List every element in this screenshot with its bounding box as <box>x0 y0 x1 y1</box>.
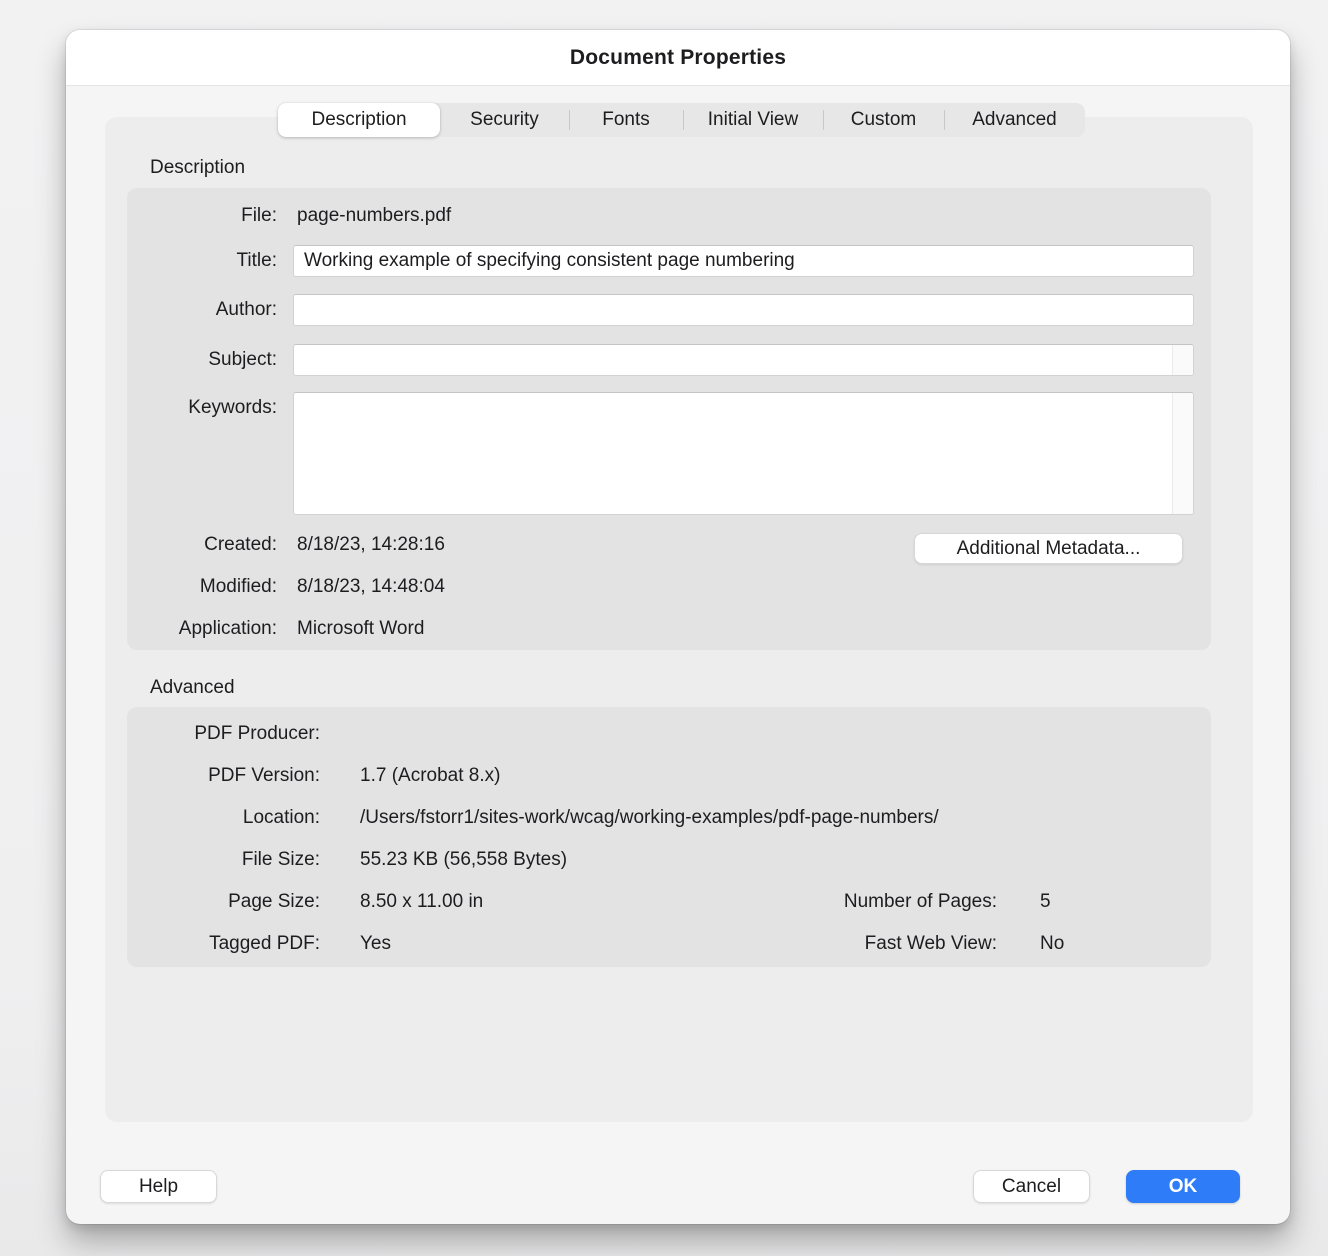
subject-scrollbar-gutter <box>1172 345 1193 375</box>
created-value: 8/18/23, 14:28:16 <box>297 530 445 560</box>
tagged-pdf-label: Tagged PDF: <box>127 923 320 965</box>
tab-fonts[interactable]: Fonts <box>569 103 683 137</box>
subject-field-shell <box>293 344 1194 376</box>
number-of-pages-label: Number of Pages: <box>647 881 997 923</box>
fast-web-view-label: Fast Web View: <box>647 923 997 965</box>
additional-metadata-button[interactable]: Additional Metadata... <box>914 533 1183 564</box>
tab-initial-view[interactable]: Initial View <box>683 103 823 137</box>
location-value: /Users/fstorr1/sites-work/wcag/working-e… <box>360 797 939 839</box>
modified-label: Modified: <box>127 572 277 602</box>
tab-description[interactable]: Description <box>278 103 440 137</box>
additional-metadata-label: Additional Metadata... <box>957 538 1141 560</box>
ok-button-label: OK <box>1169 1176 1198 1198</box>
location-label: Location: <box>127 797 320 839</box>
file-size-label: File Size: <box>127 839 320 881</box>
description-groupbox: File: page-numbers.pdf Title: Author: Su… <box>127 188 1211 650</box>
tab-custom-label: Custom <box>851 109 916 131</box>
ok-button[interactable]: OK <box>1126 1170 1240 1203</box>
description-section-heading: Description <box>150 157 245 179</box>
tab-initial-view-label: Initial View <box>708 109 798 131</box>
tab-advanced-label: Advanced <box>972 109 1057 131</box>
title-label: Title: <box>127 245 277 277</box>
file-value: page-numbers.pdf <box>297 200 451 232</box>
file-size-value: 55.23 KB (56,558 Bytes) <box>360 839 567 881</box>
page-size-row: Page Size: 8.50 x 11.00 in Number of Pag… <box>127 881 1211 923</box>
keywords-textarea[interactable] <box>294 393 1171 514</box>
subject-input[interactable] <box>294 345 1171 375</box>
titlebar: Document Properties <box>66 30 1290 86</box>
modified-value: 8/18/23, 14:48:04 <box>297 572 445 602</box>
tab-content-panel: Description File: page-numbers.pdf Title… <box>105 117 1253 1122</box>
file-label: File: <box>127 200 277 232</box>
pdf-version-value: 1.7 (Acrobat 8.x) <box>360 755 500 797</box>
page-size-label: Page Size: <box>127 881 320 923</box>
pdf-version-label: PDF Version: <box>127 755 320 797</box>
number-of-pages-value: 5 <box>1040 881 1051 923</box>
location-row: Location: /Users/fstorr1/sites-work/wcag… <box>127 797 1211 839</box>
tab-fonts-label: Fonts <box>602 109 650 131</box>
tagged-pdf-row: Tagged PDF: Yes Fast Web View: No <box>127 923 1211 965</box>
tab-bar: Description Security Fonts Initial View … <box>278 103 1085 137</box>
help-button[interactable]: Help <box>100 1170 217 1203</box>
subject-label: Subject: <box>127 344 277 376</box>
tab-advanced[interactable]: Advanced <box>944 103 1085 137</box>
help-button-label: Help <box>139 1176 178 1198</box>
tab-security-label: Security <box>470 109 539 131</box>
file-size-row: File Size: 55.23 KB (56,558 Bytes) <box>127 839 1211 881</box>
tab-custom[interactable]: Custom <box>823 103 944 137</box>
window-title: Document Properties <box>570 46 786 70</box>
created-label: Created: <box>127 530 277 560</box>
tab-security[interactable]: Security <box>440 103 569 137</box>
cancel-button[interactable]: Cancel <box>973 1170 1090 1203</box>
cancel-button-label: Cancel <box>1002 1176 1061 1198</box>
pdf-producer-label: PDF Producer: <box>127 713 320 755</box>
fast-web-view-value: No <box>1040 923 1064 965</box>
advanced-groupbox: PDF Producer: PDF Version: 1.7 (Acrobat … <box>127 707 1211 967</box>
application-label: Application: <box>127 614 277 644</box>
page-size-value: 8.50 x 11.00 in <box>360 881 483 923</box>
author-input[interactable] <box>293 294 1194 326</box>
application-value: Microsoft Word <box>297 614 424 644</box>
keywords-field-shell <box>293 392 1194 515</box>
advanced-section-heading: Advanced <box>150 677 235 699</box>
keywords-scrollbar-gutter <box>1172 393 1193 514</box>
title-input[interactable] <box>293 245 1194 277</box>
pdf-producer-row: PDF Producer: <box>127 713 1211 755</box>
tab-description-label: Description <box>311 109 406 131</box>
document-properties-dialog: Document Properties Description Security… <box>66 30 1290 1224</box>
pdf-version-row: PDF Version: 1.7 (Acrobat 8.x) <box>127 755 1211 797</box>
tagged-pdf-value: Yes <box>360 923 391 965</box>
keywords-label: Keywords: <box>127 392 277 424</box>
author-label: Author: <box>127 294 277 326</box>
